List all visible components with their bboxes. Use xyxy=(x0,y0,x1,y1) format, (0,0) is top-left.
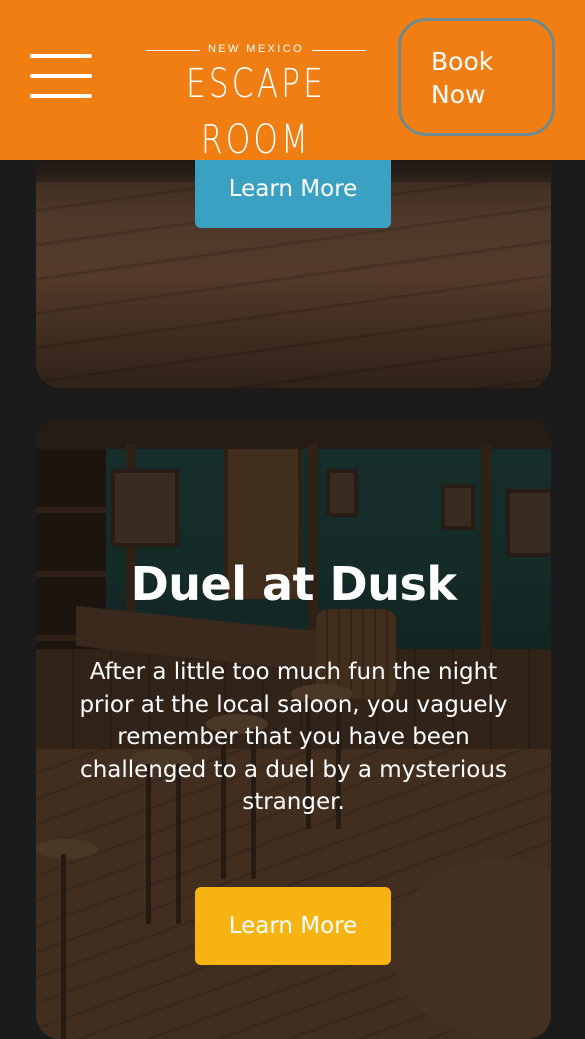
logo-subtitle: NEW MEXICO xyxy=(207,43,305,55)
book-now-button[interactable]: Book Now xyxy=(398,18,555,136)
book-now-label: Book Now xyxy=(431,47,494,109)
hamburger-menu-icon[interactable] xyxy=(30,54,92,98)
room-description: After a little too much fun the night pr… xyxy=(79,659,508,815)
logo-title: ESCAPE ROOM xyxy=(186,61,326,163)
room-title: Duel at Dusk xyxy=(130,557,457,611)
learn-more-button[interactable]: Learn More xyxy=(195,887,391,965)
site-header: NEW MEXICO ESCAPE ROOM Book Now xyxy=(0,0,585,163)
site-logo[interactable]: NEW MEXICO ESCAPE ROOM xyxy=(140,42,372,163)
